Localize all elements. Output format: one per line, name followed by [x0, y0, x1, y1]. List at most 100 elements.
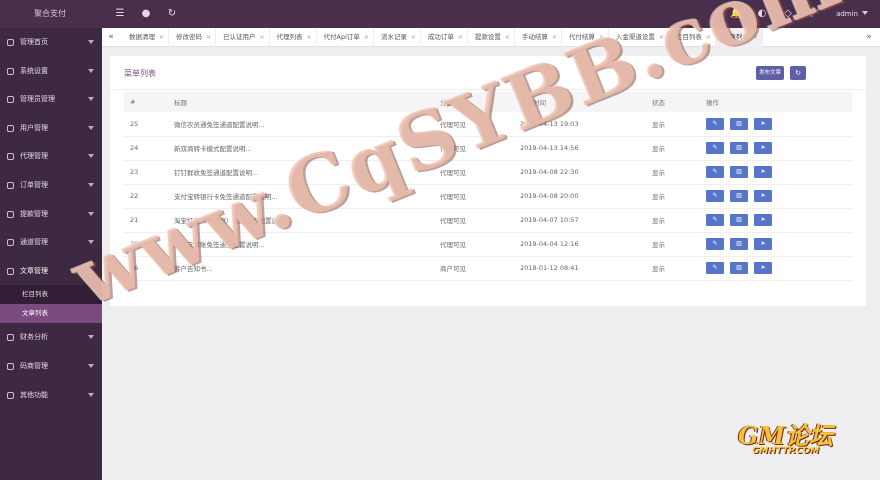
publish-button[interactable]: ➤ — [754, 117, 772, 130]
close-icon[interactable]: ✕ — [159, 28, 164, 47]
send-icon: ➤ — [760, 168, 766, 175]
tab-payout-api-orders[interactable]: 代付Api订单 ✕ — [317, 28, 374, 47]
chevron-down-icon — [88, 363, 94, 368]
send-icon: ➤ — [760, 240, 766, 247]
cell-ops: ✎ ▥ ➤ — [700, 136, 852, 161]
publish-button[interactable]: ➤ — [754, 190, 772, 202]
chevron-down-icon — [88, 211, 94, 216]
refresh-icon[interactable]: ↻ — [166, 8, 178, 20]
tabs-scroll-right-icon[interactable]: » — [860, 28, 878, 47]
order-icon — [7, 181, 14, 189]
tab-agent-list[interactable]: 代理列表 ✕ — [270, 28, 317, 47]
close-icon[interactable]: ✕ — [364, 28, 369, 47]
cell-id: 24 — [124, 136, 168, 161]
tab-label: 修改密码 — [176, 33, 202, 41]
delete-button[interactable]: ▥ — [730, 166, 748, 178]
sidebar-item-label: 文章管理 — [20, 266, 48, 275]
gear-icon — [7, 67, 14, 75]
chevron-down-icon — [88, 68, 94, 73]
trash-icon: ▥ — [736, 192, 742, 199]
sidebar-item-label: 用户管理 — [20, 123, 48, 132]
send-icon: ➤ — [760, 264, 766, 271]
edit-icon: ✎ — [712, 192, 718, 199]
edit-button[interactable]: ✎ — [706, 117, 724, 130]
edit-button[interactable]: ✎ — [706, 142, 724, 154]
edit-button[interactable]: ✎ — [706, 166, 724, 178]
sidebar-item-withdrawals[interactable]: 提款管理 — [0, 200, 102, 229]
refresh-button[interactable]: ↻ — [790, 66, 806, 80]
sidebar-item-home[interactable]: 管理首页 — [0, 28, 102, 57]
chevron-down-icon — [88, 97, 94, 102]
delete-button[interactable]: ▥ — [730, 214, 748, 226]
publish-article-button[interactable]: 发布文章 — [756, 66, 784, 80]
sidebar-item-finance[interactable]: 财务分析 — [0, 323, 102, 352]
tab-label: 流水记录 — [380, 33, 407, 41]
menu-icon[interactable]: ☰ — [114, 8, 126, 20]
refresh-icon: ↻ — [795, 69, 801, 77]
sidebar-item-label: 管理首页 — [20, 38, 48, 46]
tab-verified-users[interactable]: 已认证用户 ✕ — [216, 28, 270, 47]
delete-button[interactable]: ▥ — [730, 117, 748, 130]
close-icon[interactable]: ✕ — [306, 28, 311, 47]
publish-button[interactable]: ➤ — [754, 238, 772, 250]
sidebar-item-other[interactable]: 其他功能 — [0, 381, 102, 410]
tab-label: 代付Api订单 — [323, 33, 360, 41]
sidebar-item-admins[interactable]: 管理员管理 — [0, 85, 102, 114]
tab-change-password[interactable]: 修改密码 ✕ — [169, 28, 216, 47]
publish-button[interactable]: ➤ — [754, 214, 772, 226]
close-icon[interactable]: ✕ — [411, 28, 416, 47]
tab-successful-orders[interactable]: 成功订单 ✕ — [421, 28, 468, 47]
send-icon: ➤ — [760, 192, 766, 199]
publish-button[interactable]: ➤ — [754, 166, 772, 178]
close-icon[interactable]: ✕ — [206, 28, 211, 47]
cell-id: 23 — [124, 160, 168, 185]
sidebar-item-label: 系统设置 — [20, 66, 48, 75]
tab-label: 代理列表 — [276, 33, 303, 41]
publish-button[interactable]: ➤ — [754, 142, 772, 154]
edit-button[interactable]: ✎ — [706, 262, 724, 274]
trash-icon: ▥ — [736, 168, 742, 175]
tabs-scroll-left-icon[interactable]: « — [102, 28, 120, 47]
delete-button[interactable]: ▥ — [730, 262, 748, 274]
close-icon[interactable]: ✕ — [505, 28, 510, 47]
sidebar-item-label: 提款管理 — [20, 209, 48, 218]
more-icon — [7, 391, 14, 399]
cell-ops: ✎ ▥ ➤ — [700, 112, 852, 137]
delete-button[interactable]: ▥ — [730, 238, 748, 250]
edit-button[interactable]: ✎ — [706, 214, 724, 226]
delete-button[interactable]: ▥ — [730, 142, 748, 154]
sidebar-item-system-settings[interactable]: 系统设置 — [0, 57, 102, 86]
edit-icon: ✎ — [712, 264, 718, 271]
edit-icon: ✎ — [712, 240, 718, 247]
edit-icon: ✎ — [712, 144, 718, 151]
tab-transactions[interactable]: 流水记录 ✕ — [374, 28, 421, 47]
sidebar-item-merchants[interactable]: 码商管理 — [0, 352, 102, 381]
close-icon[interactable]: ✕ — [259, 28, 264, 47]
sidebar-item-users[interactable]: 用户管理 — [0, 114, 102, 143]
app-brand: 聚合支付 — [34, 9, 66, 18]
edit-button[interactable]: ✎ — [706, 190, 724, 202]
sidebar-item-orders[interactable]: 订单管理 — [0, 171, 102, 200]
sidebar-item-agents[interactable]: 代理管理 — [0, 142, 102, 171]
cell-ops: ✎ ▥ ➤ — [700, 184, 852, 209]
users-icon — [7, 124, 14, 132]
tab-data-cleanup[interactable]: 数据清理 ✕ — [122, 28, 169, 47]
cell-time: 2019-04-04 12:16 — [514, 232, 646, 257]
cell-time: 2019-04-08 20:00 — [514, 184, 646, 209]
tab-label: 成功订单 — [427, 33, 454, 41]
article-icon — [7, 267, 14, 275]
close-icon[interactable]: ✕ — [458, 28, 463, 47]
cell-group: 代理可见 — [434, 232, 514, 257]
send-icon: ➤ — [760, 216, 766, 223]
sidebar-item-label: 码商管理 — [20, 361, 48, 370]
sidebar-item-label: 其他功能 — [20, 390, 48, 399]
delete-button[interactable]: ▥ — [730, 190, 748, 202]
publish-button[interactable]: ➤ — [754, 262, 772, 274]
globe-icon[interactable]: ● — [140, 8, 152, 20]
tab-withdrawal-settings[interactable]: 提款设置 ✕ — [468, 28, 515, 47]
cell-status: 显示 — [646, 232, 700, 257]
sidebar-item-label: 通道管理 — [20, 238, 48, 247]
edit-button[interactable]: ✎ — [706, 238, 724, 250]
cell-status: 显示 — [646, 256, 700, 281]
site-logo: GM论坛 GMHTTP.COM — [734, 412, 858, 464]
